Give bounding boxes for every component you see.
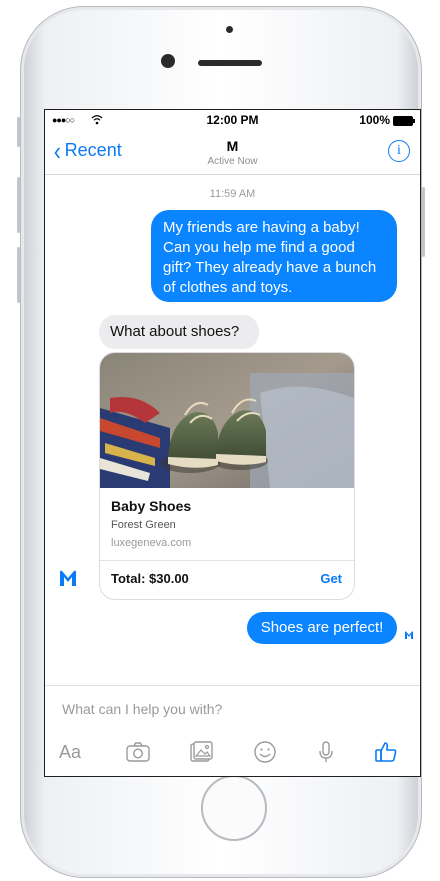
proximity-sensor (226, 26, 233, 33)
earpiece-speaker (198, 60, 262, 66)
gallery-icon[interactable] (188, 740, 214, 764)
card-divider (100, 560, 354, 561)
message-input[interactable]: What can I help you with? (62, 701, 222, 717)
presence-status: Active Now (207, 156, 258, 167)
product-url[interactable]: luxegeneva.com (111, 537, 191, 549)
outgoing-message[interactable]: Shoes are perfect! (247, 612, 397, 644)
incoming-message[interactable]: What about shoes? (99, 315, 259, 349)
emoji-icon[interactable] (252, 740, 278, 764)
composer-toolbar: Aa (45, 734, 420, 768)
text-icon[interactable]: Aa (59, 740, 87, 764)
message-timestamp: 11:59 AM (209, 188, 256, 200)
product-image (100, 353, 354, 488)
front-camera (161, 54, 175, 68)
thumbs-up-icon[interactable] (373, 740, 399, 764)
composer: What can I help you with? Aa (45, 685, 420, 776)
product-card[interactable]: Baby Shoes Forest Green luxegeneva.com T… (99, 352, 355, 600)
microphone-icon[interactable] (313, 740, 339, 764)
product-color: Forest Green (111, 519, 176, 531)
power-button (422, 187, 425, 257)
camera-icon[interactable] (125, 740, 151, 764)
volume-down-button (17, 247, 20, 303)
product-total: Total: $30.00 (111, 571, 189, 586)
outgoing-message[interactable]: My friends are having a baby! Can you he… (151, 210, 397, 302)
conversation-title: M (226, 138, 239, 154)
battery-percent: 100% (359, 113, 390, 127)
read-receipt-icon (405, 631, 413, 639)
navigation-bar: ‹ Recent M Active Now i (45, 130, 420, 175)
mute-switch (17, 117, 20, 147)
home-button[interactable] (201, 775, 267, 841)
get-button[interactable]: Get (320, 571, 342, 586)
battery-icon (393, 116, 415, 126)
status-bar: ●●●○○ 12:00 PM 100% (45, 110, 420, 130)
phone-screen: ●●●○○ 12:00 PM 100% ‹ Recent M Active No… (44, 109, 421, 777)
info-icon[interactable]: i (388, 140, 410, 162)
m-assistant-avatar (60, 570, 76, 586)
volume-up-button (17, 177, 20, 233)
product-title: Baby Shoes (111, 498, 192, 514)
